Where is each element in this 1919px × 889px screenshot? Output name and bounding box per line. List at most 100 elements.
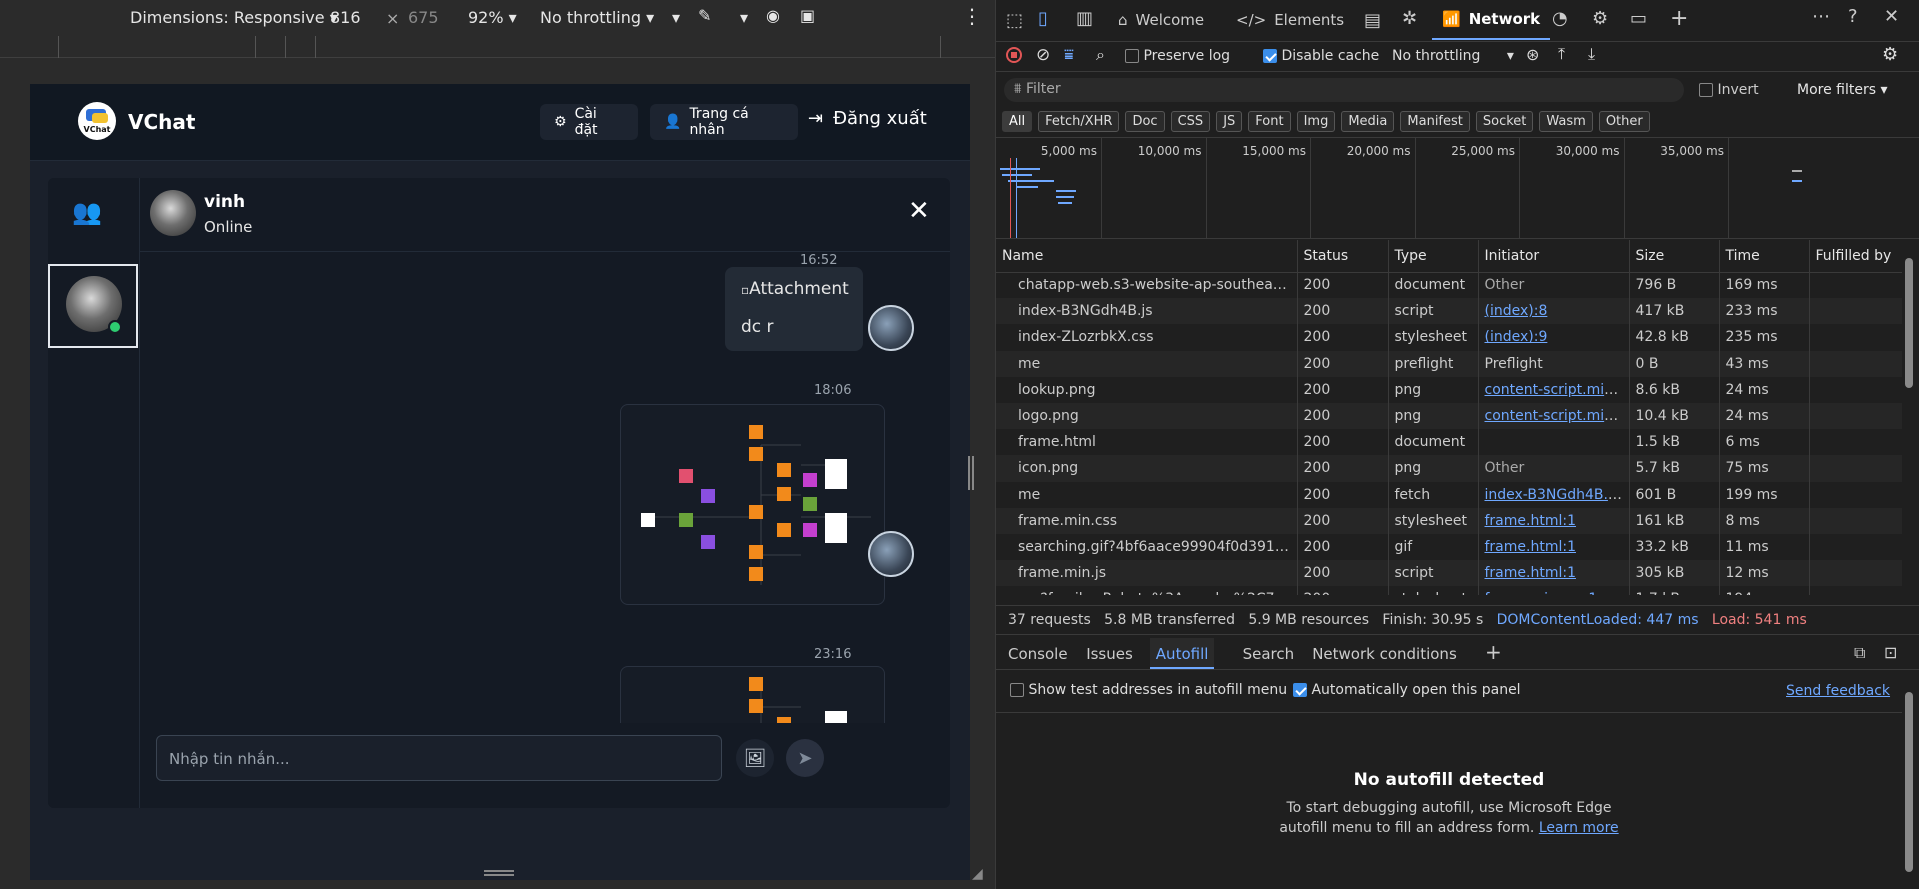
table-cell-initiator[interactable]: frame.html:1 — [1478, 507, 1630, 534]
filter-chip-css[interactable]: CSS — [1170, 111, 1211, 132]
more-tools-icon[interactable]: ⋯ — [1812, 6, 1830, 27]
table-row[interactable]: chatapp-web.s3-website-ap-southeast... 20… — [996, 272, 1902, 299]
column-header-initiator[interactable]: Initiator — [1478, 240, 1630, 273]
filter-chip-media[interactable]: Media — [1341, 111, 1395, 132]
show-test-addresses-checkbox[interactable]: Show test addresses in autofill menu — [1010, 682, 1287, 698]
column-header-size[interactable]: Size — [1629, 240, 1720, 273]
table-row[interactable]: me 200 preflight Preflight 0 B 43 ms — [996, 350, 1902, 377]
more-filters-dropdown[interactable]: More filters ▾ — [1797, 82, 1888, 98]
profile-button[interactable]: 👤 Trang cá nhân — [650, 104, 798, 140]
width-input[interactable]: 816 — [330, 8, 361, 27]
filter-chip-all[interactable]: All — [1002, 111, 1033, 132]
resize-handle-right[interactable] — [968, 456, 974, 490]
dimensions-dropdown[interactable]: Dimensions: Responsive ▾ — [130, 8, 338, 27]
help-icon[interactable]: ? — [1848, 6, 1858, 27]
drawer-tab-console[interactable]: Console — [1002, 638, 1074, 669]
console-errors-icon[interactable]: ▤ — [1364, 10, 1381, 31]
table-row[interactable]: me 200 fetch index-B3NGdh4B.js:38 601 B 199 m… — [996, 481, 1902, 508]
users-icon[interactable]: 👥 — [72, 198, 102, 226]
image-attachment[interactable] — [620, 666, 885, 723]
application-icon[interactable]: ▭ — [1630, 8, 1647, 29]
table-cell-initiator[interactable]: frame.min.css:1 — [1478, 586, 1630, 595]
resize-corner-icon[interactable]: ◢ — [972, 866, 983, 882]
table-scrollbar[interactable] — [1904, 244, 1914, 596]
broken-image-attachment[interactable]: ▫Attachment — [741, 279, 849, 299]
preserve-log-checkbox[interactable]: Preserve log — [1125, 48, 1230, 64]
dock-icon[interactable]: ▥ — [1076, 8, 1093, 29]
performance-icon[interactable]: ◔ — [1552, 8, 1568, 29]
table-row[interactable]: lookup.png 200 png content-script.min.js:1 8… — [996, 376, 1902, 403]
search-icon[interactable]: ⌕ — [1096, 45, 1105, 65]
table-row[interactable]: searching.gif?4bf6aace99904f0d391f4... 20… — [996, 533, 1902, 561]
table-cell-initiator[interactable]: frame.html:1 — [1478, 560, 1630, 587]
clear-icon[interactable]: ⊘ — [1036, 45, 1050, 65]
screenshot-icon[interactable]: ▣ — [800, 6, 815, 25]
filter-chip-font[interactable]: Font — [1248, 111, 1291, 132]
image-upload-icon[interactable]: 🖼 — [736, 739, 774, 777]
tab-welcome[interactable]: ⌂ Welcome — [1108, 0, 1214, 40]
filter-chip-fetch-xhr[interactable]: Fetch/XHR — [1038, 111, 1120, 132]
more-options-icon[interactable]: ⋮ — [962, 4, 982, 28]
table-row[interactable]: logo.png 200 png content-script.min.js:1 10.… — [996, 402, 1902, 430]
filter-clear-icon[interactable]: ⩸ — [1064, 45, 1074, 65]
column-header-time[interactable]: Time — [1719, 240, 1810, 273]
column-header-status[interactable]: Status — [1297, 240, 1389, 273]
table-row[interactable]: icon.png 200 png Other 5.7 kB 75 ms — [996, 455, 1902, 482]
message-input[interactable]: Nhập tin nhắn... — [156, 735, 722, 781]
table-row[interactable]: frame.min.css 200 stylesheet frame.html:1 16… — [996, 507, 1902, 534]
filter-chip-other[interactable]: Other — [1598, 111, 1650, 132]
table-row[interactable]: frame.html 200 document 1.5 kB 6 ms — [996, 429, 1902, 456]
inspect-icon[interactable]: ⬚ — [1006, 10, 1023, 31]
settings-button[interactable]: ⚙ Cài đặt — [540, 104, 638, 140]
upload-icon[interactable]: ⤒ — [1558, 44, 1565, 64]
throttling-select[interactable]: No throttling ▾ — [1392, 48, 1514, 64]
table-cell-initiator[interactable]: content-script.min.js:1 — [1478, 402, 1630, 430]
disable-cache-checkbox[interactable]: Disable cache — [1263, 48, 1379, 64]
network-settings-icon[interactable]: ⚙ — [1882, 44, 1898, 65]
table-cell-initiator[interactable]: index-B3NGdh4B.js:38 — [1478, 481, 1630, 508]
height-input[interactable]: 675 — [408, 8, 439, 27]
invert-checkbox[interactable]: Invert — [1699, 82, 1759, 98]
drawer-tab-autofill[interactable]: Autofill — [1149, 638, 1215, 669]
learn-more-link[interactable]: Learn more — [1539, 820, 1619, 836]
image-attachment[interactable] — [620, 404, 885, 605]
table-row[interactable]: index-ZLozrbkX.css 200 stylesheet (index):9… — [996, 324, 1902, 351]
bug-icon[interactable]: ✲ — [1402, 8, 1417, 29]
filter-chip-img[interactable]: Img — [1296, 111, 1336, 132]
panel-scrollbar[interactable] — [1904, 678, 1914, 883]
table-row[interactable]: frame.min.js 200 script frame.html:1 305 kB 1… — [996, 560, 1902, 587]
drawer-close-icon[interactable]: ⊡ — [1884, 643, 1897, 662]
device-toolbar-icon[interactable]: ▯ — [1038, 8, 1048, 29]
settings-gear-icon[interactable]: ⚙ — [1592, 8, 1608, 29]
scrollbar-thumb[interactable] — [1905, 692, 1913, 872]
conversation-item-vinh[interactable] — [48, 264, 138, 348]
add-drawer-tab-icon[interactable]: + — [1485, 640, 1502, 664]
tab-network[interactable]: 📶 Network — [1432, 0, 1551, 40]
chevron-down-icon[interactable]: ▾ — [672, 8, 680, 27]
filter-chip-doc[interactable]: Doc — [1125, 111, 1165, 132]
send-icon[interactable]: ➤ — [786, 739, 824, 777]
chevron-down-icon[interactable]: ▾ — [740, 8, 748, 27]
scrollbar-thumb[interactable] — [1905, 258, 1913, 388]
download-icon[interactable]: ⤓ — [1588, 44, 1595, 64]
send-feedback-link[interactable]: Send feedback — [1786, 683, 1890, 699]
filter-chip-wasm[interactable]: Wasm — [1539, 111, 1593, 132]
record-icon[interactable] — [1006, 47, 1022, 63]
eyedropper-icon[interactable]: ✎ — [698, 6, 711, 25]
table-cell-initiator[interactable]: (index):9 — [1478, 324, 1630, 351]
column-header-name[interactable]: Name — [996, 240, 1298, 273]
table-row[interactable]: css?family=Roboto%3Aregular%2C70... 200 st… — [996, 586, 1902, 595]
auto-open-checkbox[interactable]: Automatically open this panel — [1293, 682, 1521, 698]
tab-elements[interactable]: </> Elements — [1226, 0, 1354, 40]
drawer-tab-network-conditions[interactable]: Network conditions — [1306, 638, 1463, 669]
filter-input[interactable]: ⩩ Filter — [1004, 78, 1684, 102]
throttling-dropdown[interactable]: No throttling ▾ — [540, 8, 654, 27]
column-header-fulfilled-by[interactable]: Fulfilled by — [1809, 240, 1902, 273]
close-icon[interactable]: ✕ — [908, 196, 930, 226]
filter-chip-manifest[interactable]: Manifest — [1400, 111, 1470, 132]
close-devtools-icon[interactable]: ✕ — [1884, 6, 1899, 27]
drawer-tab-issues[interactable]: Issues — [1080, 638, 1139, 669]
drawer-dock-icon[interactable]: ⧉ — [1854, 643, 1865, 663]
table-cell-initiator[interactable]: frame.html:1 — [1478, 533, 1630, 561]
column-header-type[interactable]: Type — [1388, 240, 1479, 273]
